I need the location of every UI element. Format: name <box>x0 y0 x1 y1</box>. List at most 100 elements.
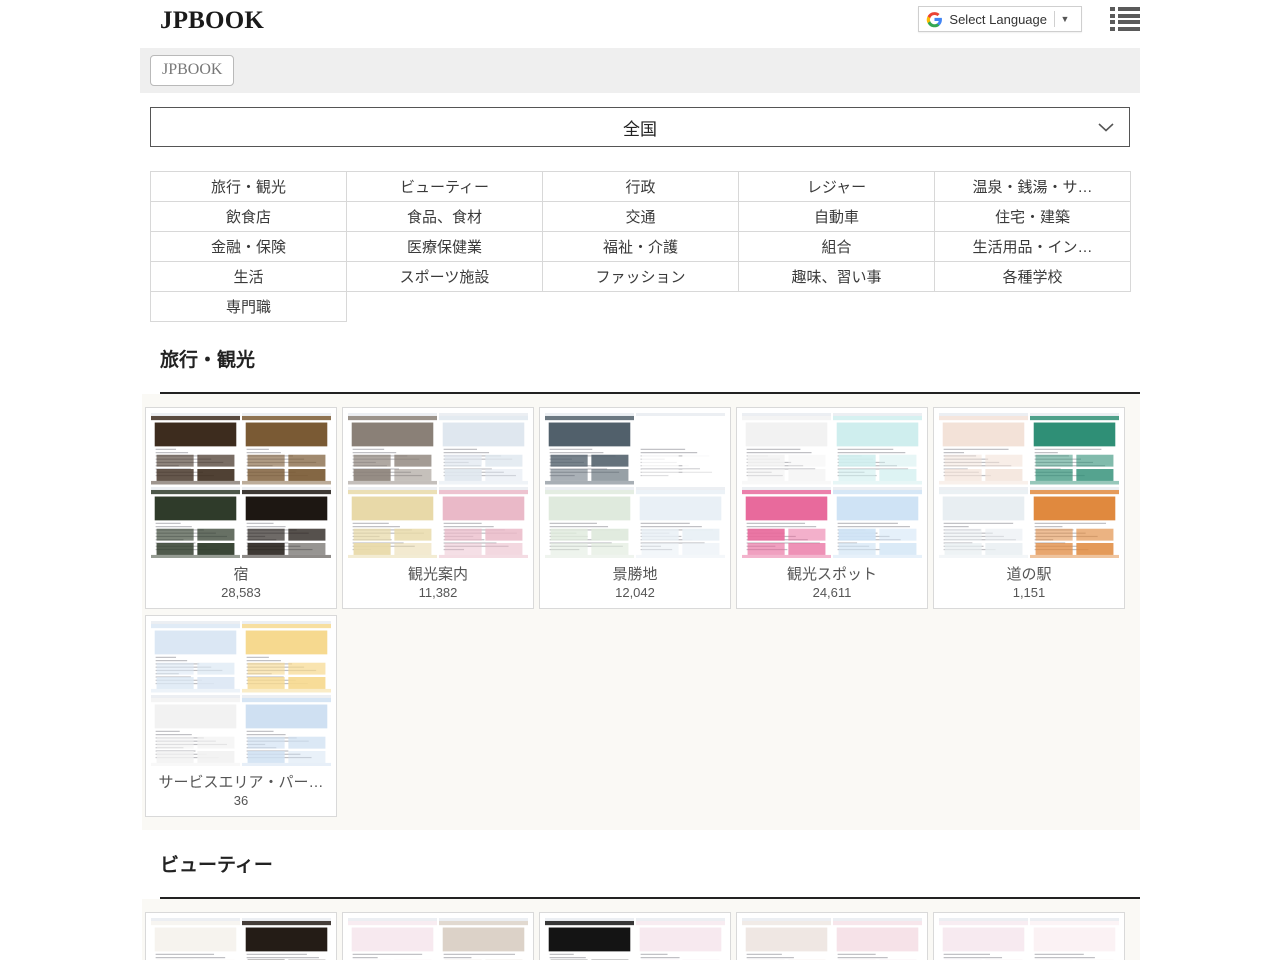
category-cell[interactable]: ファッション <box>543 262 739 292</box>
card-count: 36 <box>151 792 331 810</box>
category-card[interactable]: 宿28,583 <box>145 407 337 609</box>
category-cell[interactable]: 専門職 <box>151 292 347 322</box>
card-thumbnail-collage <box>151 621 331 766</box>
card-thumbnail-collage <box>545 413 725 558</box>
thumbnail-image <box>151 487 240 559</box>
thumbnail-image <box>348 413 437 485</box>
region-select-value: 全国 <box>623 115 657 140</box>
thumbnail-image <box>1030 487 1119 559</box>
thumbnail-image <box>151 695 240 767</box>
thumbnail-image <box>1030 413 1119 485</box>
thumbnail-image <box>939 918 1028 960</box>
thumbnail-image <box>242 918 331 960</box>
thumbnail-image <box>348 487 437 559</box>
google-translate-widget[interactable]: Select Language ▼ <box>918 6 1082 32</box>
category-card[interactable] <box>933 912 1125 960</box>
thumbnail-image <box>636 413 725 485</box>
category-cell-empty <box>739 292 935 322</box>
page-header: JPBOOK Select Language ▼ <box>0 0 1280 44</box>
card-count: 1,151 <box>939 584 1119 602</box>
category-cell[interactable]: 行政 <box>543 172 739 202</box>
category-card[interactable]: 景勝地12,042 <box>539 407 731 609</box>
header-actions: Select Language ▼ <box>918 6 1140 32</box>
thumbnail-image <box>348 918 437 960</box>
breadcrumb-item-jpbook[interactable]: JPBOOK <box>150 55 234 86</box>
thumbnail-image <box>742 487 831 559</box>
category-cell[interactable]: 温泉・銭湯・サ… <box>935 172 1131 202</box>
thumbnail-image <box>242 487 331 559</box>
category-card[interactable]: 観光案内11,382 <box>342 407 534 609</box>
category-cell[interactable]: 飲食店 <box>151 202 347 232</box>
category-cell[interactable]: レジャー <box>739 172 935 202</box>
thumbnail-image <box>545 413 634 485</box>
category-row: 専門職 <box>151 292 1131 322</box>
list-icon-row <box>1110 20 1140 24</box>
category-cell[interactable]: ビューティー <box>347 172 543 202</box>
card-count: 28,583 <box>151 584 331 602</box>
card-thumbnail-collage <box>348 413 528 558</box>
translate-label: Select Language <box>949 12 1054 27</box>
category-cell[interactable]: 趣味、習い事 <box>739 262 935 292</box>
thumbnail-image <box>439 918 528 960</box>
section-title: ビューティー <box>160 853 1140 899</box>
category-card[interactable] <box>342 912 534 960</box>
thumbnail-image <box>242 413 331 485</box>
thumbnail-image <box>939 413 1028 485</box>
category-section: ビューティー <box>0 853 1280 960</box>
card-label: サービスエリア・パー… <box>151 773 331 792</box>
category-card[interactable]: 道の駅1,151 <box>933 407 1125 609</box>
category-cell[interactable]: 自動車 <box>739 202 935 232</box>
category-cell[interactable]: 生活 <box>151 262 347 292</box>
category-cell[interactable]: 交通 <box>543 202 739 232</box>
thumbnail-image <box>545 487 634 559</box>
thumbnail-image <box>939 487 1028 559</box>
thumbnail-image <box>151 413 240 485</box>
category-row: 金融・保険医療保健業福祉・介護組合生活用品・イン… <box>151 232 1131 262</box>
category-cell[interactable]: 福祉・介護 <box>543 232 739 262</box>
list-icon-row <box>1110 14 1140 18</box>
category-card[interactable]: サービスエリア・パー…36 <box>145 615 337 817</box>
thumbnail-image <box>833 487 922 559</box>
thumbnail-image <box>833 413 922 485</box>
category-card[interactable] <box>736 912 928 960</box>
category-cell[interactable]: 組合 <box>739 232 935 262</box>
category-cell-empty <box>935 292 1131 322</box>
card-thumbnail-collage <box>939 918 1119 960</box>
card-count: 24,611 <box>742 584 922 602</box>
thumbnail-image <box>742 918 831 960</box>
thumbnail-image <box>242 621 331 693</box>
list-menu-icon[interactable] <box>1110 7 1140 31</box>
thumbnail-image <box>242 695 331 767</box>
category-cell[interactable]: 住宅・建築 <box>935 202 1131 232</box>
card-grid: 宿28,583 観光案内11,382 <box>142 394 1140 830</box>
chevron-down-icon <box>1097 121 1115 133</box>
site-title: JPBOOK <box>160 6 264 36</box>
page-root: JPBOOK Select Language ▼ <box>0 0 1280 960</box>
category-row: 飲食店食品、食材交通自動車住宅・建築 <box>151 202 1131 232</box>
category-cell[interactable]: 旅行・観光 <box>151 172 347 202</box>
category-cell[interactable]: スポーツ施設 <box>347 262 543 292</box>
category-table: 旅行・観光ビューティー行政レジャー温泉・銭湯・サ…飲食店食品、食材交通自動車住宅… <box>150 171 1131 322</box>
thumbnail-image <box>151 918 240 960</box>
category-cell[interactable]: 金融・保険 <box>151 232 347 262</box>
category-cell[interactable]: 生活用品・イン… <box>935 232 1131 262</box>
card-label: 景勝地 <box>545 565 725 584</box>
category-cell[interactable]: 各種学校 <box>935 262 1131 292</box>
category-card[interactable] <box>539 912 731 960</box>
category-cell-empty <box>347 292 543 322</box>
category-cell[interactable]: 食品、食材 <box>347 202 543 232</box>
thumbnail-image <box>636 918 725 960</box>
thumbnail-image <box>545 918 634 960</box>
category-card[interactable]: 観光スポット24,611 <box>736 407 928 609</box>
card-thumbnail-collage <box>742 413 922 558</box>
card-label: 宿 <box>151 565 331 584</box>
thumbnail-image <box>439 413 528 485</box>
thumbnail-image <box>742 413 831 485</box>
category-table-body: 旅行・観光ビューティー行政レジャー温泉・銭湯・サ…飲食店食品、食材交通自動車住宅… <box>151 172 1131 322</box>
category-cell[interactable]: 医療保健業 <box>347 232 543 262</box>
thumbnail-image <box>1030 918 1119 960</box>
category-card[interactable] <box>145 912 337 960</box>
region-select[interactable]: 全国 <box>150 107 1130 147</box>
chevron-down-icon[interactable]: ▼ <box>1055 7 1075 31</box>
breadcrumb: JPBOOK <box>140 48 1140 93</box>
